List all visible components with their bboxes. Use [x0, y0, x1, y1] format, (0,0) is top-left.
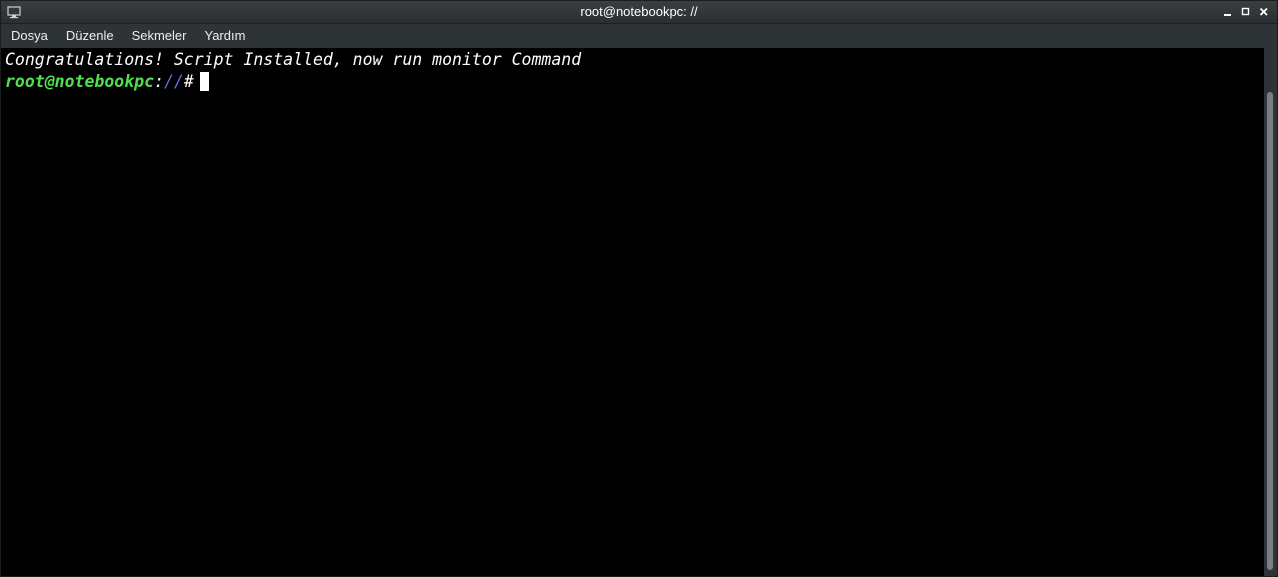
close-icon[interactable]: [1257, 4, 1271, 20]
prompt-symbol: #: [183, 72, 194, 91]
terminal-area[interactable]: Congratulations! Script Installed, now r…: [1, 48, 1265, 576]
prompt-separator: :: [154, 72, 164, 91]
maximize-icon[interactable]: [1239, 4, 1253, 20]
terminal-output-line: Congratulations! Script Installed, now r…: [5, 50, 582, 69]
scrollbar-thumb[interactable]: [1267, 92, 1273, 570]
title-bar[interactable]: root@notebookpc: //: [1, 1, 1277, 24]
terminal-window: root@notebookpc: // Dosya Düzenle Sekmel…: [0, 0, 1278, 577]
vertical-scrollbar[interactable]: [1264, 48, 1276, 576]
window-controls: [1221, 4, 1271, 20]
prompt-user-host: root@notebookpc: [5, 72, 155, 91]
menu-bar: Dosya Düzenle Sekmeler Yardım: [1, 24, 1277, 48]
terminal-prompt-line: root@notebookpc://#: [5, 71, 1265, 93]
prompt-path: //: [163, 72, 184, 91]
menu-yardim[interactable]: Yardım: [196, 24, 253, 48]
text-cursor: [199, 72, 209, 91]
menu-duzenle[interactable]: Düzenle: [58, 24, 122, 48]
menu-dosya[interactable]: Dosya: [3, 24, 56, 48]
minimize-icon[interactable]: [1221, 4, 1235, 20]
menu-sekmeler[interactable]: Sekmeler: [124, 24, 195, 48]
window-title: root@notebookpc: //: [580, 4, 698, 19]
